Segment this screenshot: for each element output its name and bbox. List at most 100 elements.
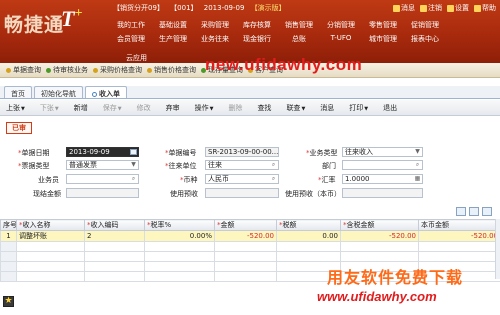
search-icon[interactable]: ⌕ [130, 176, 137, 182]
help-link[interactable]: 帮助 [474, 3, 496, 13]
grid-scrollbar[interactable] [495, 219, 500, 279]
quick-sales-price[interactable]: 销售价格查询 [147, 65, 196, 75]
link-query-button[interactable]: 联查▼ [286, 103, 305, 113]
delete-button[interactable]: 删除 [228, 103, 242, 113]
prepay-local-field[interactable] [342, 188, 423, 198]
prepay-label: 使用预收 [170, 190, 198, 198]
currency-label: *币种 [180, 176, 198, 184]
doc-toolbar: 上张▼ 下张▼ 新增 保存▼ 修改 弃审 操作▼ 删除 查找 联查▼ 消息 打印… [0, 100, 500, 116]
next-button[interactable]: 下张▼ [40, 103, 59, 113]
audited-stamp: 已审 [6, 122, 32, 134]
menu-my-work[interactable]: 我的工作 [110, 20, 152, 30]
grid-copy-icon[interactable] [456, 207, 466, 216]
doc-no-label: *单据编号 [165, 149, 197, 157]
col-tax-rate[interactable]: *税率% [144, 219, 215, 231]
rate-field[interactable]: 1.0000 ▦ [342, 174, 423, 184]
prepay-local-label: 使用预收（本币） [285, 190, 341, 198]
salesman-field[interactable]: ⌕ [66, 174, 139, 184]
prepay-field[interactable] [205, 188, 279, 198]
partner-field[interactable]: 往来 ⌕ [205, 160, 279, 170]
menu-city[interactable]: 城市管理 [362, 34, 404, 44]
price-icon [93, 67, 98, 73]
menu-production[interactable]: 生产管理 [152, 34, 194, 44]
menu-business[interactable]: 业务往来 [194, 34, 236, 44]
print-button[interactable]: 打印▼ [349, 103, 368, 113]
menu-distribution[interactable]: 分销管理 [320, 20, 362, 30]
find-button[interactable]: 查找 [257, 103, 271, 113]
currency-field[interactable]: 人民币 ⌕ [205, 174, 279, 184]
menu-ledger[interactable]: 总账 [278, 34, 320, 44]
menu-cash-bank[interactable]: 现金银行 [236, 34, 278, 44]
menu-cloud[interactable]: 云应用 [126, 53, 147, 63]
cash-settle-label: 现结金额 [33, 190, 61, 198]
chevron-down-icon: ▼ [415, 148, 420, 155]
top-links: 消息 注销 设置 帮助 [393, 3, 496, 13]
invoice-type-select[interactable]: 普通发票 ▼ [66, 160, 139, 170]
table-row[interactable]: 1 调整坏账 2 0.00% -520.00 0.00 -520.00 -520… [0, 230, 500, 242]
tab-income-doc[interactable]: 收入单 [85, 86, 127, 98]
grid-tools [456, 207, 492, 216]
dept-field[interactable]: ⌕ [342, 160, 423, 170]
doc-date-field[interactable]: 2013-09-09 [66, 147, 139, 157]
new-button[interactable]: 新增 [74, 103, 88, 113]
tab-home[interactable]: 首页 [4, 86, 32, 98]
message-icon [393, 4, 400, 12]
col-tax[interactable]: *税额 [276, 219, 341, 231]
col-index[interactable]: 序号 [0, 219, 17, 231]
favorite-star-icon[interactable]: ★ [3, 296, 14, 307]
logout-link[interactable]: 注销 [420, 3, 442, 13]
col-local-amount[interactable]: 本币金额 [418, 219, 500, 231]
doc-no-field[interactable]: SR-2013-09-00-00... [205, 147, 279, 157]
quick-pending-audit[interactable]: 待审核业务 [46, 65, 88, 75]
save-button[interactable]: 保存▼ [103, 103, 122, 113]
edition-label: 【演示版】 [250, 4, 286, 12]
doc-header-form: 已审 *单据日期 2013-09-09 *单据编号 SR-2013-09-00-… [0, 117, 500, 220]
message-button[interactable]: 消息 [320, 103, 334, 113]
menu-t-ufo[interactable]: T-UFO [320, 34, 362, 44]
invoice-type-label: *票据类型 [18, 162, 50, 170]
session-info: 【销货分开09】 【001】 2013-09-09 【演示版】 [113, 3, 290, 13]
tab-init-guide[interactable]: 初始化导航 [34, 86, 83, 98]
menu-sales[interactable]: 销售管理 [278, 20, 320, 30]
grid-settings-icon[interactable] [469, 207, 479, 216]
table-row[interactable] [0, 251, 500, 262]
col-income-name[interactable]: *收入名称 [16, 219, 85, 231]
menu-purchase[interactable]: 采购管理 [194, 20, 236, 30]
account-set: 【销货分开09】 [113, 4, 164, 12]
search-icon[interactable]: ⌕ [414, 162, 421, 168]
grid-export-icon[interactable] [482, 207, 492, 216]
operate-button[interactable]: 操作▼ [195, 103, 214, 113]
col-amount-incl-tax[interactable]: *含税金额 [340, 219, 419, 231]
watermark-url: www.ufidawhy.com [317, 289, 437, 304]
document-tabs: 首页 初始化导航 收入单 [0, 86, 500, 99]
menu-retail[interactable]: 零售管理 [362, 20, 404, 30]
menu-membership[interactable]: 会员管理 [110, 34, 152, 44]
col-income-code[interactable]: *收入编码 [84, 219, 145, 231]
table-row[interactable] [0, 241, 500, 252]
quick-doc-query[interactable]: 单据查询 [6, 65, 41, 75]
menu-promotion[interactable]: 促销管理 [404, 20, 446, 30]
quick-purchase-price[interactable]: 采购价格查询 [93, 65, 142, 75]
menu-basic-settings[interactable]: 基础设置 [152, 20, 194, 30]
settings-link[interactable]: 设置 [447, 3, 469, 13]
search-icon[interactable]: ⌕ [270, 162, 277, 168]
edit-button[interactable]: 修改 [137, 103, 151, 113]
biz-type-label: *业务类型 [306, 149, 338, 157]
prev-button[interactable]: 上张▼ [6, 103, 25, 113]
watermark-top-url: new.ufidawhy.com [205, 55, 363, 74]
audit-icon [46, 67, 51, 73]
col-amount[interactable]: *金额 [214, 219, 277, 231]
message-link[interactable]: 消息 [393, 3, 415, 13]
app-header: 畅捷通 T+ 【销货分开09】 【001】 2013-09-09 【演示版】 消… [0, 0, 500, 63]
menu-reports[interactable]: 报表中心 [404, 34, 446, 44]
search-icon[interactable]: ⌕ [270, 176, 277, 182]
calendar-icon[interactable] [130, 149, 137, 155]
unaudit-button[interactable]: 弃审 [166, 103, 180, 113]
cash-settle-field[interactable] [66, 188, 139, 198]
rate-label: *汇率 [318, 176, 336, 184]
exit-button[interactable]: 退出 [383, 103, 397, 113]
calculator-icon[interactable]: ▦ [414, 176, 421, 182]
biz-type-select[interactable]: 往来收入 ▼ [342, 147, 423, 157]
menu-inventory[interactable]: 库存核算 [236, 20, 278, 30]
price-icon [147, 67, 152, 73]
